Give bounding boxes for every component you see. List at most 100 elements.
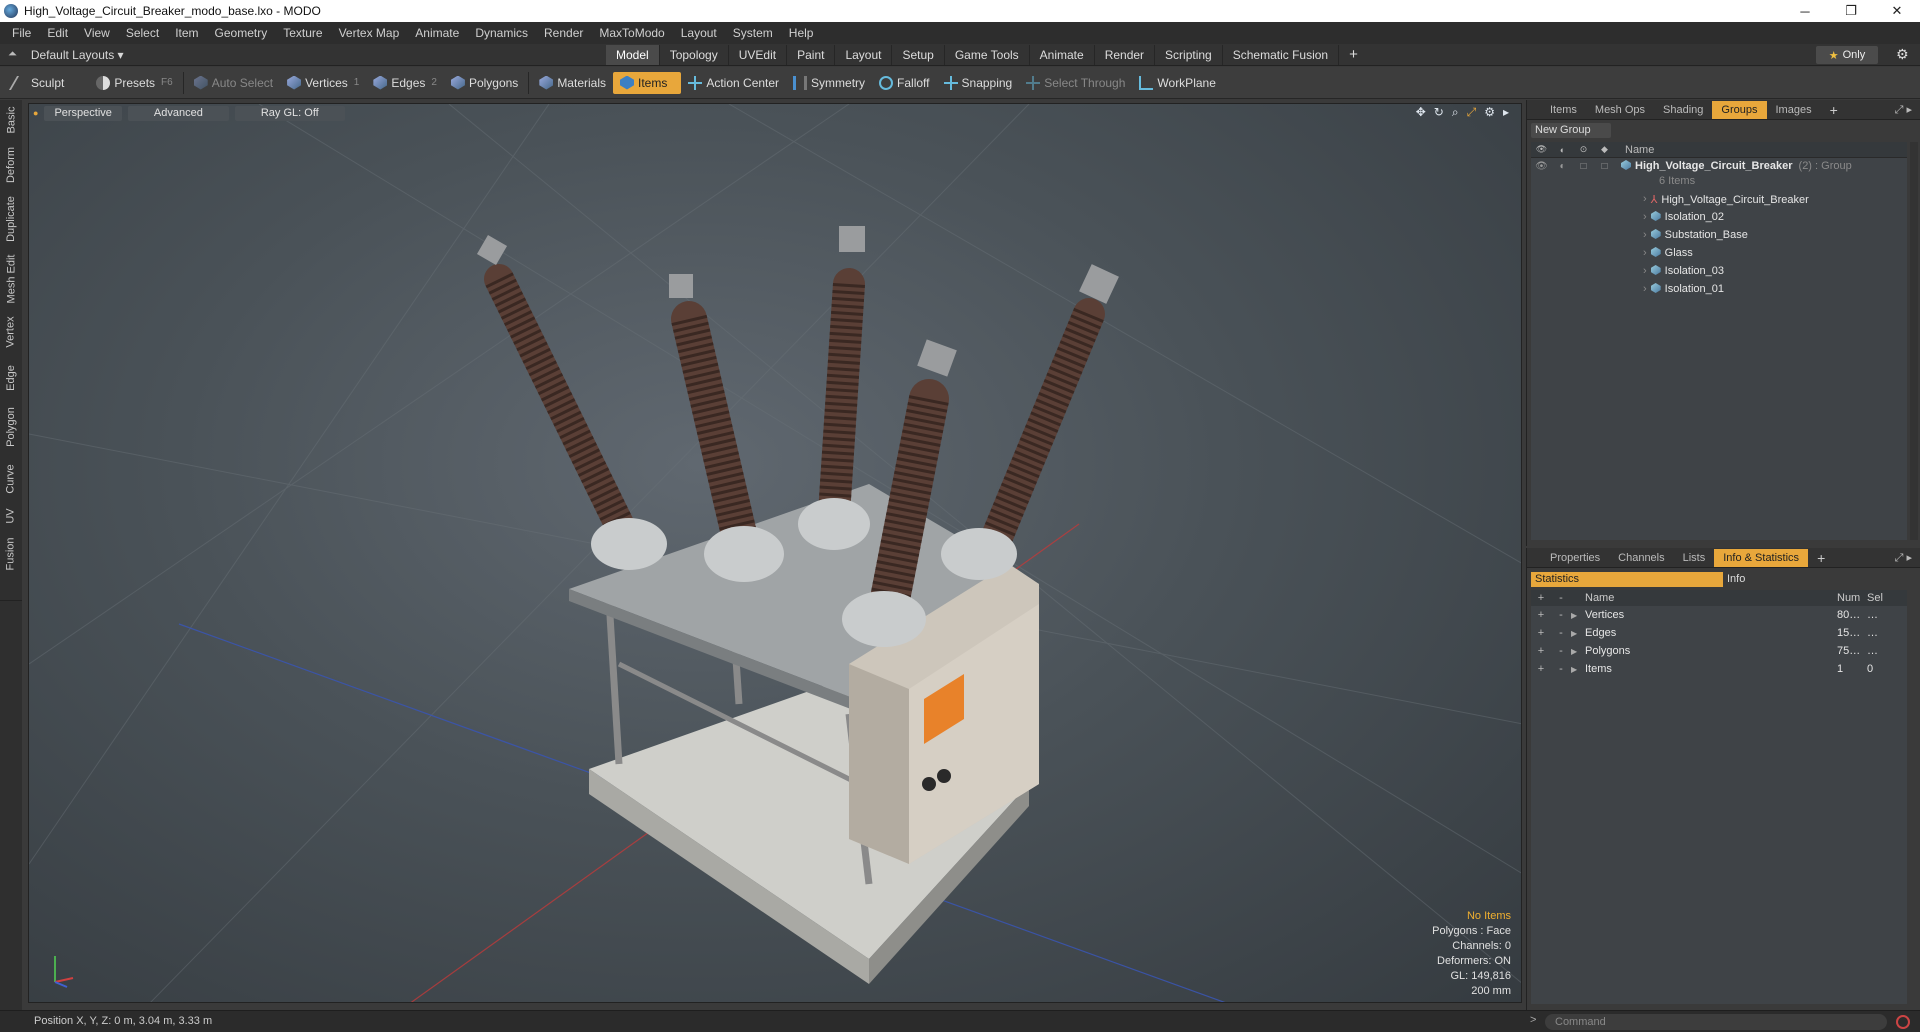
- symmetry-button[interactable]: Symmetry: [786, 72, 872, 94]
- tab-game-tools[interactable]: Game Tools: [945, 45, 1030, 65]
- menu-maxtomodo[interactable]: MaxToModo: [591, 26, 672, 40]
- stat-row-items[interactable]: + - ▶ Items 1 0: [1531, 660, 1907, 678]
- vertices-button[interactable]: Vertices 1: [280, 72, 366, 94]
- falloff-button[interactable]: Falloff: [872, 72, 936, 94]
- group-row[interactable]: 👁 ◐ □ □ High_Voltage_Circuit_Breaker (2) : …: [1531, 158, 1907, 174]
- tab-mesh-ops[interactable]: Mesh Ops: [1586, 101, 1654, 119]
- layout-collapse-icon[interactable]: ⏶: [8, 48, 17, 61]
- statistics-subtab[interactable]: Statistics: [1531, 572, 1723, 587]
- expand-arrow-icon[interactable]: ▶: [1571, 665, 1585, 674]
- tab-animate[interactable]: Animate: [1030, 45, 1095, 65]
- rotate-icon[interactable]: ↻: [1434, 105, 1444, 120]
- menu-vertex-map[interactable]: Vertex Map: [331, 26, 408, 40]
- menu-view[interactable]: View: [76, 26, 118, 40]
- add-icon[interactable]: +: [1531, 663, 1551, 675]
- tab-edge[interactable]: Edge: [0, 360, 22, 396]
- group-item-row[interactable]: › Isolation_02: [1531, 208, 1907, 226]
- tab-basic[interactable]: Basic: [0, 102, 22, 138]
- new-group-button[interactable]: New Group: [1531, 123, 1611, 138]
- menu-file[interactable]: File: [4, 26, 39, 40]
- viewport-settings-icon[interactable]: ⚙: [1484, 105, 1495, 120]
- shading-mode-button[interactable]: Advanced: [127, 105, 229, 121]
- view-mode-button[interactable]: Perspective: [44, 105, 122, 121]
- select-through-button[interactable]: Select Through: [1019, 72, 1132, 94]
- menu-help[interactable]: Help: [781, 26, 822, 40]
- action-center-button[interactable]: Action Center: [681, 72, 786, 94]
- materials-button[interactable]: Materials: [532, 72, 613, 94]
- render-toggle-icon[interactable]: ◐: [1552, 161, 1573, 172]
- tab-paint[interactable]: Paint: [787, 45, 836, 65]
- add-icon[interactable]: +: [1531, 645, 1551, 657]
- panel-expand-icon[interactable]: ⤢ ▸: [1886, 101, 1920, 119]
- menu-item[interactable]: Item: [167, 26, 206, 40]
- lock-column-icon[interactable]: ⊙: [1573, 144, 1594, 155]
- tab-groups[interactable]: Groups: [1712, 100, 1767, 119]
- sculpt-button[interactable]: Sculpt: [6, 72, 71, 94]
- menu-select[interactable]: Select: [118, 26, 167, 40]
- raygl-button[interactable]: Ray GL: Off: [234, 105, 345, 121]
- record-macro-icon[interactable]: [1896, 1015, 1910, 1029]
- close-button[interactable]: ✕: [1874, 0, 1920, 22]
- tab-items[interactable]: Items: [1541, 101, 1586, 119]
- tab-model[interactable]: Model: [606, 45, 660, 65]
- tab-duplicate[interactable]: Duplicate: [0, 192, 22, 246]
- 3d-viewport[interactable]: ● Perspective Advanced Ray GL: Off ✥ ↻ ⌕…: [28, 103, 1522, 1003]
- group-item-row[interactable]: › Isolation_03: [1531, 262, 1907, 280]
- group-item-row[interactable]: › Isolation_01: [1531, 280, 1907, 298]
- stat-row-polygons[interactable]: + - ▶ Polygons 75… …: [1531, 642, 1907, 660]
- layout-dropdown[interactable]: Default Layouts ▾: [31, 48, 124, 62]
- menu-animate[interactable]: Animate: [407, 26, 467, 40]
- presets-button[interactable]: Presets F6: [89, 72, 179, 94]
- expand-arrow-icon[interactable]: ▶: [1571, 647, 1585, 656]
- tab-images[interactable]: Images: [1767, 101, 1821, 119]
- expand-arrow-icon[interactable]: ▶: [1571, 611, 1585, 620]
- tab-layout[interactable]: Layout: [835, 45, 893, 65]
- remove-icon[interactable]: -: [1551, 609, 1571, 621]
- stat-row-edges[interactable]: + - ▶ Edges 15… …: [1531, 624, 1907, 642]
- menu-geometry[interactable]: Geometry: [207, 26, 276, 40]
- remove-icon[interactable]: -: [1551, 627, 1571, 639]
- tab-shading[interactable]: Shading: [1654, 101, 1712, 119]
- tab-mesh-edit[interactable]: Mesh Edit: [0, 254, 22, 304]
- tab-deform[interactable]: Deform: [0, 144, 22, 186]
- render-column-icon[interactable]: ◐: [1552, 145, 1573, 155]
- add-panel-tab-icon[interactable]: +: [1821, 101, 1847, 119]
- zoom-icon[interactable]: ⌕: [1452, 105, 1459, 120]
- tab-polygon[interactable]: Polygon: [0, 402, 22, 452]
- menu-dynamics[interactable]: Dynamics: [467, 26, 536, 40]
- menu-texture[interactable]: Texture: [275, 26, 330, 40]
- minimize-button[interactable]: ─: [1782, 0, 1828, 22]
- menu-render[interactable]: Render: [536, 26, 591, 40]
- groups-scrollbar[interactable]: [1910, 142, 1918, 540]
- lock-toggle-icon[interactable]: □: [1573, 161, 1594, 172]
- tab-channels[interactable]: Channels: [1609, 549, 1673, 567]
- command-input[interactable]: Command: [1545, 1014, 1887, 1030]
- viewport-expand-icon[interactable]: ▸: [1503, 105, 1509, 120]
- visibility-toggle-icon[interactable]: 👁: [1531, 161, 1552, 172]
- group-item-row[interactable]: › ⅄ High_Voltage_Circuit_Breaker: [1531, 190, 1907, 208]
- menu-system[interactable]: System: [725, 26, 781, 40]
- group-item-row[interactable]: › Glass: [1531, 244, 1907, 262]
- tab-schematic-fusion[interactable]: Schematic Fusion: [1223, 45, 1340, 65]
- add-panel-tab-icon[interactable]: +: [1808, 549, 1834, 567]
- menu-layout[interactable]: Layout: [673, 26, 725, 40]
- panel-expand-icon[interactable]: ⤢ ▸: [1886, 549, 1920, 567]
- tab-uv[interactable]: UV: [0, 504, 22, 528]
- select-column-icon[interactable]: ◆: [1594, 144, 1615, 155]
- edges-button[interactable]: Edges 2: [366, 72, 444, 94]
- gear-icon[interactable]: ⚙: [1896, 46, 1909, 63]
- tab-topology[interactable]: Topology: [660, 45, 729, 65]
- add-icon[interactable]: +: [1531, 609, 1551, 621]
- maximize-button[interactable]: ❐: [1828, 0, 1874, 22]
- pan-icon[interactable]: ✥: [1416, 105, 1426, 120]
- expand-all-icon[interactable]: +: [1531, 592, 1551, 604]
- tab-properties[interactable]: Properties: [1541, 549, 1609, 567]
- fit-icon[interactable]: ⤢: [1467, 105, 1477, 120]
- layout-selector[interactable]: ⏶ Default Layouts ▾: [0, 48, 600, 62]
- viewport-options-icon[interactable]: ●: [33, 108, 38, 118]
- remove-icon[interactable]: -: [1551, 663, 1571, 675]
- visibility-column-icon[interactable]: 👁: [1531, 144, 1552, 155]
- info-subtab[interactable]: Info: [1723, 572, 1903, 587]
- tab-setup[interactable]: Setup: [892, 45, 945, 65]
- add-icon[interactable]: +: [1531, 627, 1551, 639]
